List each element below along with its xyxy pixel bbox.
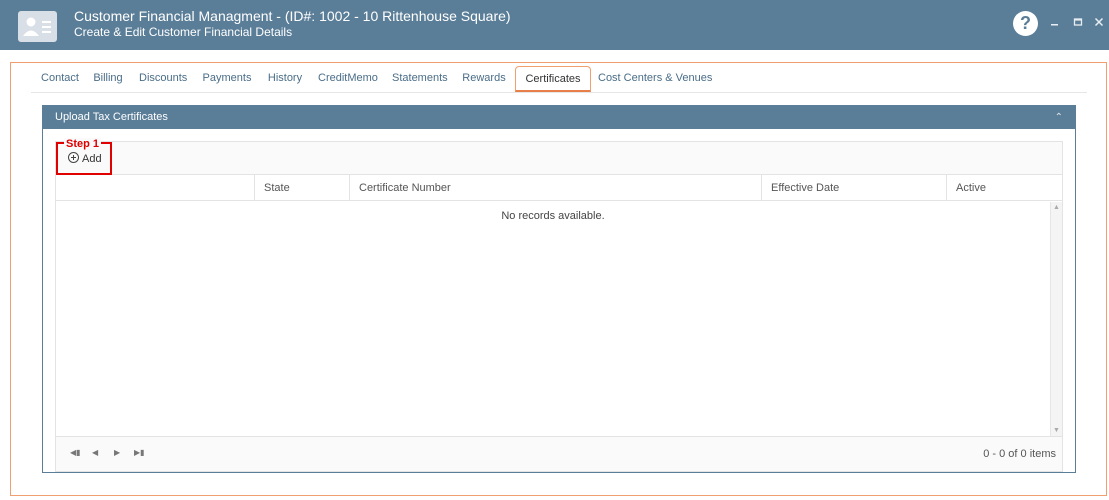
panel-title: Upload Tax Certificates <box>55 111 168 123</box>
tab-billing[interactable]: Billing <box>92 66 124 92</box>
tab-cost-centers-venues[interactable]: Cost Centers & Venues <box>598 66 712 92</box>
customer-card-icon <box>18 11 57 42</box>
grid-header-row: State Certificate Number Effective Date … <box>56 175 1062 201</box>
upload-tax-certificates-panel: Upload Tax Certificates ⌃ Step 1 Add Sta… <box>42 105 1076 473</box>
first-page-icon[interactable]: ◀▮ <box>70 448 81 457</box>
chevron-up-icon[interactable]: ⌃ <box>1055 106 1063 129</box>
tab-contact[interactable]: Contact <box>40 66 80 92</box>
close-icon[interactable] <box>1092 15 1106 29</box>
tab-discounts[interactable]: Discounts <box>139 66 187 92</box>
tab-rewards[interactable]: Rewards <box>462 66 506 92</box>
window-subtitle: Create & Edit Customer Financial Details <box>74 25 293 39</box>
tab-creditmemo[interactable]: CreditMemo <box>318 66 378 92</box>
column-header-certificate-number[interactable]: Certificate Number <box>349 175 761 201</box>
tab-divider <box>31 92 1087 93</box>
window-title: Customer Financial Managment - (ID#: 100… <box>74 8 511 24</box>
scroll-up-icon[interactable]: ▲ <box>1053 204 1060 211</box>
window-titlebar: Customer Financial Managment - (ID#: 100… <box>0 0 1109 50</box>
certificates-grid: Step 1 Add State Certificate Number Effe… <box>55 138 1063 472</box>
grid-toolbar: Step 1 Add <box>56 138 1062 175</box>
step-label: Step 1 <box>64 138 102 150</box>
column-header-effective-date[interactable]: Effective Date <box>761 175 946 201</box>
add-circle-icon <box>68 152 79 163</box>
step-highlight: Step 1 Add <box>56 138 112 175</box>
column-header-select <box>56 175 254 201</box>
minimize-icon[interactable] <box>1048 15 1062 29</box>
tab-history[interactable]: History <box>267 66 303 92</box>
tab-strip: Contact Billing Discounts Payments Histo… <box>11 66 1087 94</box>
add-button-label: Add <box>82 153 102 165</box>
help-icon[interactable]: ? <box>1013 11 1038 36</box>
pager-info: 0 - 0 of 0 items <box>983 448 1056 460</box>
tab-certificates[interactable]: Certificates <box>515 66 591 92</box>
column-header-active[interactable]: Active <box>946 175 1050 201</box>
grid-pager: ◀▮ ◀ ▶ ▶▮ 0 - 0 of 0 items <box>56 436 1062 471</box>
add-button[interactable]: Add <box>68 152 102 166</box>
panel-header[interactable]: Upload Tax Certificates ⌃ <box>43 106 1075 129</box>
maximize-icon[interactable] <box>1071 15 1085 29</box>
vertical-scrollbar[interactable]: ▲ ▼ <box>1050 202 1062 436</box>
tab-payments[interactable]: Payments <box>202 66 252 92</box>
last-page-icon[interactable]: ▶▮ <box>134 448 145 457</box>
previous-page-icon[interactable]: ◀ <box>92 448 98 457</box>
next-page-icon[interactable]: ▶ <box>114 448 120 457</box>
grid-body: No records available. ▲ ▼ <box>56 202 1062 436</box>
content-frame: Contact Billing Discounts Payments Histo… <box>10 62 1107 496</box>
scroll-down-icon[interactable]: ▼ <box>1053 427 1060 434</box>
no-records-message: No records available. <box>501 210 605 222</box>
column-header-state[interactable]: State <box>254 175 349 201</box>
tab-statements[interactable]: Statements <box>392 66 448 92</box>
